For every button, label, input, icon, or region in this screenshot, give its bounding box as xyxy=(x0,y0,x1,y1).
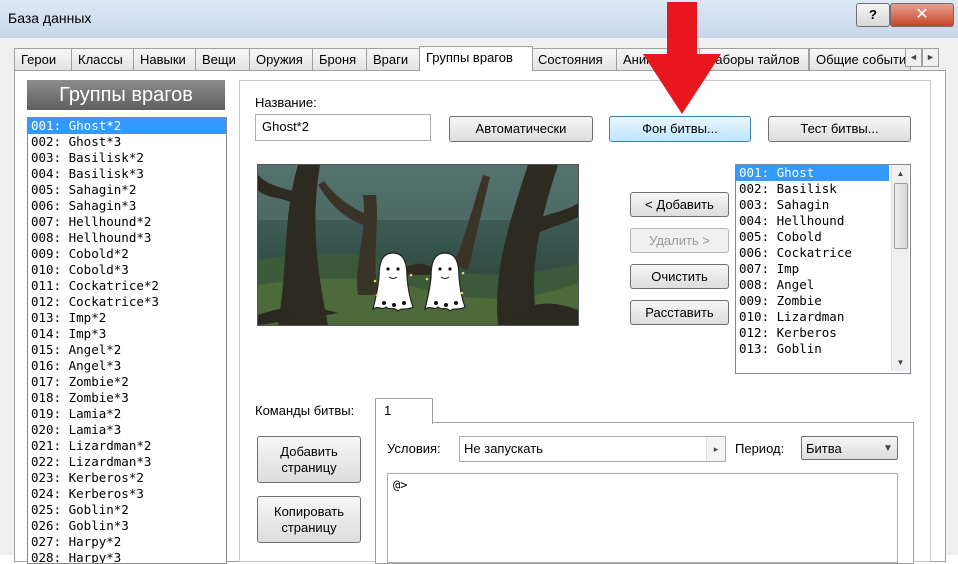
chevron-down-icon[interactable]: ▼ xyxy=(879,437,897,461)
help-button[interactable]: ? xyxy=(856,3,890,27)
span-value: Битва xyxy=(806,441,842,456)
troop-item[interactable]: 014: Imp*3 xyxy=(28,326,226,342)
enemy-list[interactable]: 001: Ghost 002: Basilisk 003: Sahagin 00… xyxy=(735,164,911,374)
scroll-up-icon[interactable]: ▲ xyxy=(892,165,909,182)
conditions-label: Условия: xyxy=(387,441,441,456)
troop-item[interactable]: 021: Lizardman*2 xyxy=(28,438,226,454)
troop-item[interactable]: 024: Kerberos*3 xyxy=(28,486,226,502)
battle-test-button[interactable]: Тест битвы... xyxy=(768,116,911,142)
add-page-line2: страницу xyxy=(281,460,337,475)
database-window: База данных ? ✕ Герои Классы Навыки Вещи… xyxy=(0,0,958,564)
troops-header: Группы врагов xyxy=(27,80,225,110)
troop-item[interactable]: 007: Hellhound*2 xyxy=(28,214,226,230)
enemy-list-scrollbar[interactable]: ▲ ▼ xyxy=(891,165,909,371)
tab-troops[interactable]: Группы врагов xyxy=(419,46,533,71)
add-page-line1: Добавить xyxy=(280,444,338,459)
span-label: Период: xyxy=(735,441,785,456)
enemy-item[interactable]: 005: Cobold xyxy=(736,229,910,245)
troop-item[interactable]: 010: Cobold*3 xyxy=(28,262,226,278)
scroll-thumb[interactable] xyxy=(894,183,908,249)
tab-items[interactable]: Вещи xyxy=(195,48,251,70)
enemy-item[interactable]: 010: Lizardman xyxy=(736,309,910,325)
troop-item[interactable]: 015: Angel*2 xyxy=(28,342,226,358)
troop-item[interactable]: 005: Sahagin*2 xyxy=(28,182,226,198)
ghost-icon xyxy=(424,252,466,312)
red-arrow-icon xyxy=(643,2,721,114)
span-select[interactable]: Битва ▼ xyxy=(801,436,898,460)
troop-item[interactable]: 009: Cobold*2 xyxy=(28,246,226,262)
event-command-list[interactable]: @> xyxy=(387,473,898,563)
troop-item[interactable]: 023: Kerberos*2 xyxy=(28,470,226,486)
add-page-button[interactable]: Добавить страницу xyxy=(257,436,361,483)
enemy-item[interactable]: 013: Goblin xyxy=(736,341,910,357)
enemy-item[interactable]: 001: Ghost xyxy=(736,165,889,181)
command-line[interactable]: @> xyxy=(393,478,892,492)
troop-item[interactable]: 019: Lamia*2 xyxy=(28,406,226,422)
enemy-item[interactable]: 002: Basilisk xyxy=(736,181,910,197)
auto-name-button[interactable]: Автоматически xyxy=(449,116,593,142)
conditions-value: Не запускать xyxy=(464,441,543,456)
name-field[interactable]: Ghost*2 xyxy=(255,114,431,141)
battleback-button[interactable]: Фон битвы... xyxy=(609,116,751,142)
troop-item[interactable]: 028: Harpy*3 xyxy=(28,550,226,563)
arrange-enemies-button[interactable]: Расставить xyxy=(630,300,729,325)
scroll-down-icon[interactable]: ▼ xyxy=(892,354,909,371)
troop-item[interactable]: 012: Cockatrice*3 xyxy=(28,294,226,310)
enemy-item[interactable] xyxy=(736,357,910,373)
troop-item[interactable]: 004: Basilisk*3 xyxy=(28,166,226,182)
enemy-item[interactable]: 009: Zombie xyxy=(736,293,910,309)
forest-background xyxy=(258,165,578,325)
troop-item[interactable]: 027: Harpy*2 xyxy=(28,534,226,550)
window-title: База данных xyxy=(8,10,92,26)
troop-item[interactable]: 026: Goblin*3 xyxy=(28,518,226,534)
enemy-item[interactable]: 003: Sahagin xyxy=(736,197,910,213)
enemy-item[interactable]: 004: Hellhound xyxy=(736,213,910,229)
battle-events-label: Команды битвы: xyxy=(255,403,355,418)
database-tabs: Герои Классы Навыки Вещи Оружия Броня Вр… xyxy=(14,46,944,71)
troop-item[interactable]: 025: Goblin*2 xyxy=(28,502,226,518)
troop-item[interactable]: 008: Hellhound*3 xyxy=(28,230,226,246)
ghost-icon xyxy=(372,252,414,312)
tab-common-events[interactable]: Общие события xyxy=(809,48,911,70)
tab-scroll-left-icon[interactable]: ◄ xyxy=(905,48,922,67)
troop-item[interactable]: 022: Lizardman*3 xyxy=(28,454,226,470)
add-enemy-button[interactable]: < Добавить xyxy=(630,192,729,217)
remove-enemy-button[interactable]: Удалить > xyxy=(630,228,729,253)
troop-item[interactable]: 002: Ghost*3 xyxy=(28,134,226,150)
troop-item[interactable]: 017: Zombie*2 xyxy=(28,374,226,390)
troop-item[interactable]: 003: Basilisk*2 xyxy=(28,150,226,166)
troop-list[interactable]: 001: Ghost*2 002: Ghost*3 003: Basilisk*… xyxy=(27,117,227,564)
tab-weapons[interactable]: Оружия xyxy=(249,48,315,70)
troop-item[interactable]: 016: Angel*3 xyxy=(28,358,226,374)
event-page-tab[interactable]: 1 xyxy=(375,398,433,424)
troop-item[interactable]: 020: Lamia*3 xyxy=(28,422,226,438)
copy-page-line1: Копировать xyxy=(274,504,344,519)
close-button[interactable]: ✕ xyxy=(890,3,954,27)
tab-heroes[interactable]: Герои xyxy=(14,48,73,70)
title-bar: База данных ? ✕ xyxy=(0,0,958,38)
copy-page-button[interactable]: Копировать страницу xyxy=(257,496,361,543)
enemy-item[interactable]: 006: Cockatrice xyxy=(736,245,910,261)
enemy-item[interactable]: 007: Imp xyxy=(736,261,910,277)
name-label: Название: xyxy=(255,95,317,110)
troop-item[interactable]: 011: Cockatrice*2 xyxy=(28,278,226,294)
battle-preview[interactable] xyxy=(257,164,579,326)
tab-skills[interactable]: Навыки xyxy=(133,48,202,70)
conditions-field[interactable]: Не запускать ▸ xyxy=(459,436,726,462)
troop-item[interactable]: 013: Imp*2 xyxy=(28,310,226,326)
troop-item[interactable]: 018: Zombie*3 xyxy=(28,390,226,406)
troop-item[interactable]: 001: Ghost*2 xyxy=(28,118,226,134)
tab-scroll-right-icon[interactable]: ► xyxy=(922,48,939,67)
tab-enemies[interactable]: Враги xyxy=(366,48,422,70)
enemy-item[interactable]: 008: Angel xyxy=(736,277,910,293)
copy-page-line2: страницу xyxy=(281,520,337,535)
tab-armors[interactable]: Броня xyxy=(312,48,371,70)
enemy-item[interactable]: 012: Kerberos xyxy=(736,325,910,341)
conditions-arrow-icon[interactable]: ▸ xyxy=(706,437,725,461)
troop-item[interactable]: 006: Sahagin*3 xyxy=(28,198,226,214)
clear-enemies-button[interactable]: Очистить xyxy=(630,264,729,289)
